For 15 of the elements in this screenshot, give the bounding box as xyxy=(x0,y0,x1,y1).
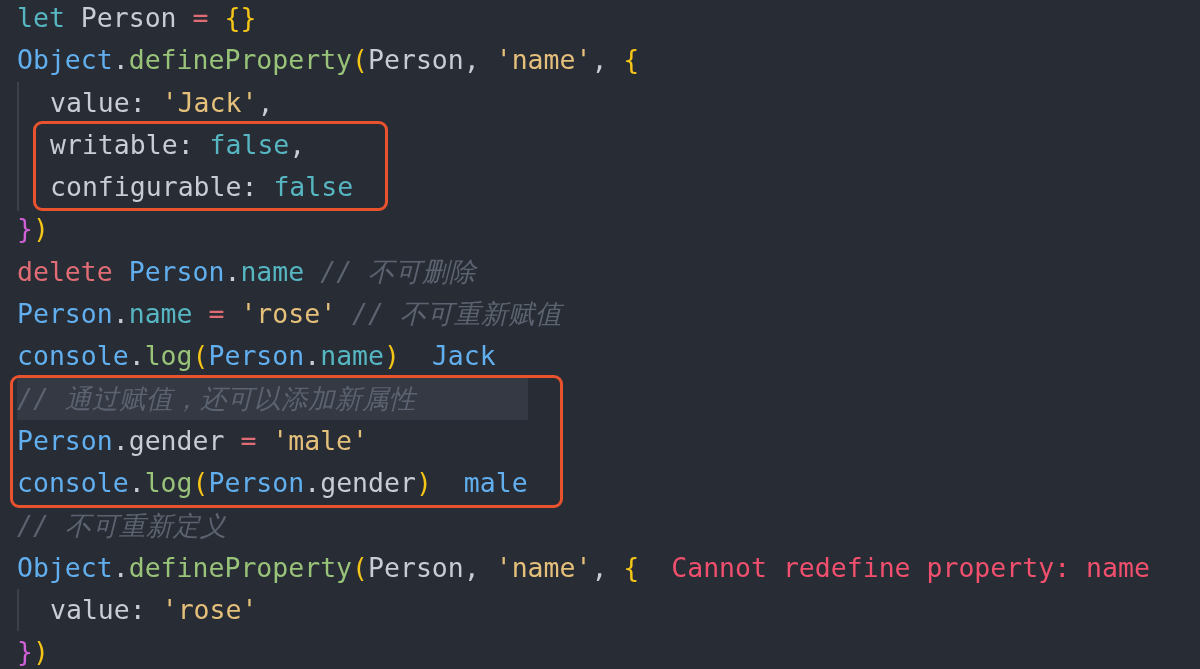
code-line: console.log(Person.name) Jack xyxy=(17,339,497,374)
code-line: Object.defineProperty(Person, 'name', { xyxy=(17,43,641,78)
comment-line: // 不可重新定义 xyxy=(17,508,228,543)
code-line: value: 'Jack', xyxy=(17,81,1200,124)
code-line: }) xyxy=(17,212,50,247)
code-line: value: 'rose' xyxy=(17,589,1200,632)
code-line: }) xyxy=(17,635,50,666)
code-line: let Person = {} xyxy=(17,1,258,35)
code-line: Object.defineProperty(Person, 'name', { Cannot redefine property: name xyxy=(17,550,1151,585)
code-line: configurable: false xyxy=(49,170,354,205)
code-line: Person.gender = 'male' xyxy=(17,423,370,458)
code-line: Person.name = 'rose' // 不可重新赋值 xyxy=(17,297,565,332)
code-line: delete Person.name // 不可删除 xyxy=(17,254,479,289)
code-line: writable: false, xyxy=(49,127,307,162)
code-line: console.log(Person.gender) male xyxy=(17,466,528,501)
